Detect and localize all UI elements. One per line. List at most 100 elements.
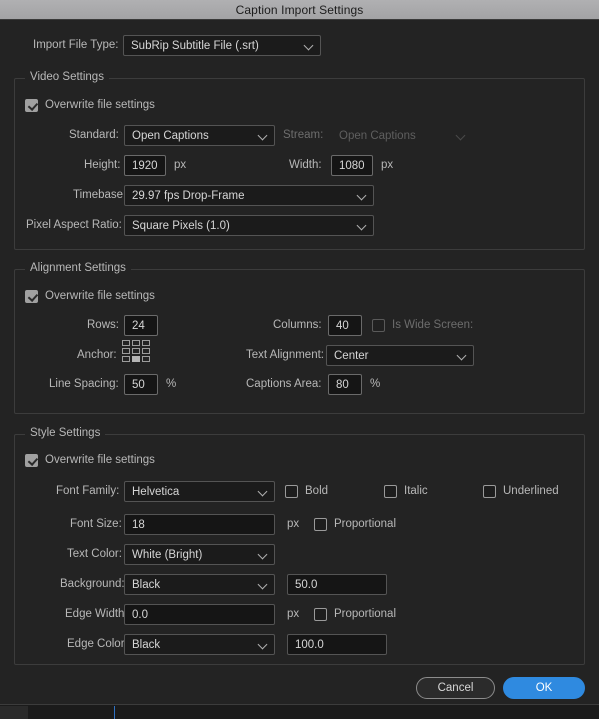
captions-area-unit: % [370, 378, 381, 390]
alignment-settings-group: Alignment Settings Overwrite file settin… [14, 262, 585, 414]
text-color-select[interactable]: White (Bright) [124, 544, 275, 565]
anchor-cell-top-left[interactable] [122, 340, 130, 346]
standard-label: Standard: [69, 129, 119, 141]
anchor-cell-top-right[interactable] [142, 340, 150, 346]
video-overwrite-checkbox[interactable]: Overwrite file settings [25, 97, 155, 113]
import-file-type-select[interactable]: SubRip Subtitle File (.srt) [123, 35, 321, 56]
background-color-select[interactable]: Black [124, 574, 275, 595]
anchor-cell-middle-center[interactable] [132, 348, 140, 354]
height-input[interactable]: 1920 [124, 155, 166, 176]
line-spacing-unit: % [166, 378, 177, 390]
timebase-select[interactable]: 29.97 fps Drop-Frame [124, 185, 374, 206]
width-value: 1080 [339, 159, 365, 172]
stream-select: Open Captions [331, 125, 473, 146]
style-overwrite-checkbox[interactable]: Overwrite file settings [25, 452, 155, 468]
checkbox-unchecked-icon [314, 607, 327, 621]
cancel-button-label: Cancel [437, 682, 474, 694]
rows-value: 24 [132, 319, 145, 332]
alignment-overwrite-checkbox[interactable]: Overwrite file settings [25, 288, 155, 304]
window-titlebar: Caption Import Settings [0, 0, 599, 20]
video-overwrite-label: Overwrite file settings [45, 99, 155, 111]
edge-color-select[interactable]: Black [124, 634, 275, 655]
anchor-row-middle [122, 348, 152, 354]
text-alignment-value: Center [334, 349, 369, 362]
font-size-input[interactable]: 18 [124, 514, 275, 535]
dialog-body: Import File Type: SubRip Subtitle File (… [0, 21, 599, 699]
pixel-aspect-ratio-label: Pixel Aspect Ratio: [26, 219, 122, 231]
anchor-cell-top-center[interactable] [132, 340, 140, 346]
text-alignment-select[interactable]: Center [326, 345, 474, 366]
cancel-button[interactable]: Cancel [416, 677, 495, 699]
alignment-overwrite-label: Overwrite file settings [45, 290, 155, 302]
checkbox-checked-icon [25, 98, 38, 112]
font-family-label: Font Family: [56, 485, 120, 497]
import-file-type-label: Import File Type: [33, 39, 119, 51]
import-file-type-row: Import File Type: SubRip Subtitle File (… [0, 34, 599, 58]
text-color-value: White (Bright) [132, 548, 203, 561]
chevron-down-icon [258, 131, 267, 140]
standard-select[interactable]: Open Captions [124, 125, 275, 146]
edge-proportional-checkbox[interactable]: Proportional [314, 606, 396, 622]
checkbox-unchecked-icon [314, 517, 327, 531]
width-unit: px [381, 159, 394, 171]
edge-width-value: 0.0 [132, 608, 148, 621]
captions-area-input[interactable]: 80 [328, 374, 362, 395]
anchor-grid[interactable] [122, 340, 152, 365]
background-strip-divider [114, 706, 115, 719]
font-proportional-checkbox[interactable]: Proportional [314, 516, 396, 532]
caption-import-settings-dialog: Caption Import Settings Import File Type… [0, 0, 599, 719]
stream-value: Open Captions [339, 129, 416, 142]
italic-checkbox[interactable]: Italic [384, 483, 428, 499]
columns-input[interactable]: 40 [328, 315, 362, 336]
ok-button-label: OK [535, 682, 553, 694]
background-opacity-input[interactable]: 50.0 [287, 574, 387, 595]
window-title: Caption Import Settings [235, 2, 364, 17]
font-size-value: 18 [132, 518, 145, 531]
ok-button[interactable]: OK [503, 677, 585, 699]
anchor-cell-bottom-left[interactable] [122, 356, 130, 362]
chevron-down-icon [304, 41, 313, 50]
chevron-down-icon [357, 191, 366, 200]
chevron-down-icon [258, 640, 267, 649]
line-spacing-input[interactable]: 50 [124, 374, 158, 395]
checkbox-unchecked-icon [285, 484, 298, 498]
underlined-checkbox[interactable]: Underlined [483, 483, 559, 499]
edge-color-opacity-input[interactable]: 100.0 [287, 634, 387, 655]
edge-width-input[interactable]: 0.0 [124, 604, 275, 625]
background-strip-panel [0, 706, 28, 719]
checkbox-checked-icon [25, 289, 38, 303]
chevron-down-icon [457, 351, 466, 360]
import-file-type-value: SubRip Subtitle File (.srt) [131, 39, 259, 52]
is-wide-screen-checkbox: Is Wide Screen: [372, 317, 473, 333]
edge-color-label: Edge Color: [67, 638, 128, 650]
timebase-label: Timebase: [73, 189, 127, 201]
standard-value: Open Captions [132, 129, 209, 142]
edge-color-opacity-value: 100.0 [295, 638, 324, 651]
background-app-strip [0, 704, 599, 719]
anchor-cell-bottom-center[interactable] [132, 356, 140, 362]
background-color-value: Black [132, 578, 161, 591]
anchor-cell-bottom-right[interactable] [142, 356, 150, 362]
style-overwrite-label: Overwrite file settings [45, 454, 155, 466]
line-spacing-value: 50 [132, 378, 145, 391]
bold-checkbox[interactable]: Bold [285, 483, 328, 499]
checkbox-unchecked-icon [384, 484, 397, 498]
font-family-select[interactable]: Helvetica [124, 481, 275, 502]
anchor-cell-middle-right[interactable] [142, 348, 150, 354]
anchor-label: Anchor: [77, 349, 117, 361]
anchor-row-bottom [122, 356, 152, 362]
columns-label: Columns: [273, 319, 322, 331]
video-settings-title: Video Settings [25, 71, 109, 83]
edge-width-unit: px [287, 608, 300, 620]
rows-input[interactable]: 24 [124, 315, 158, 336]
pixel-aspect-ratio-select[interactable]: Square Pixels (1.0) [124, 215, 374, 236]
background-label: Background: [60, 578, 125, 590]
anchor-cell-middle-left[interactable] [122, 348, 130, 354]
height-label: Height: [84, 159, 121, 171]
font-proportional-label: Proportional [334, 518, 397, 530]
text-color-label: Text Color: [67, 548, 122, 560]
font-size-label: Font Size: [70, 518, 122, 530]
checkbox-checked-icon [25, 453, 38, 467]
stream-label: Stream: [283, 129, 324, 141]
width-input[interactable]: 1080 [331, 155, 373, 176]
